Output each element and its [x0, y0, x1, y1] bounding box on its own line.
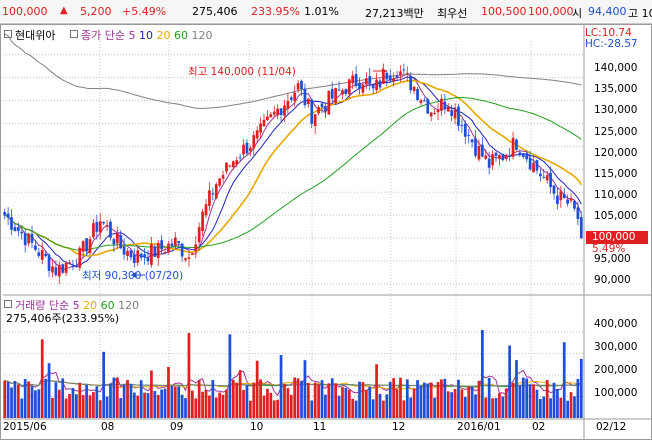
ma20-legend: 20 [156, 29, 171, 42]
trade-amount: 27,213백만 [365, 7, 424, 20]
x-label-02-12: 02/12 [596, 421, 627, 433]
x-label-2015-06: 2015/06 [3, 421, 47, 433]
best-bid-value: 100,000 [528, 5, 574, 18]
price-change-pct: +5.49% [122, 5, 167, 18]
best-ask-label: 최우선 [437, 7, 468, 20]
ma5-legend: 5 [128, 29, 136, 42]
y-tick-125000: 125,000 [594, 126, 638, 138]
stock-name-label[interactable]: 현대위아 [4, 27, 55, 43]
ma120-legend: 120 [191, 29, 213, 42]
y-tick-90000: 90,000 [594, 274, 631, 286]
price-change: 5,200 [80, 5, 112, 18]
y-tick-135000: 135,000 [594, 83, 638, 95]
hc-label: HC:-28.57 [585, 38, 638, 50]
turnover-rate: 1.01% [304, 5, 339, 18]
vol-tick-100000: 100,000 [594, 387, 638, 399]
y-tick-115000: 115,000 [594, 168, 638, 180]
y-tick-110000: 110,000 [594, 189, 638, 201]
volume-value-label: 275,406주(233.95%) [6, 312, 120, 325]
volume-value: 275,406 [192, 5, 238, 18]
y-tick-130000: 130,000 [594, 104, 638, 116]
high-label: 고 10 [628, 7, 652, 20]
x-label-10: 10 [250, 421, 264, 433]
vol-tick-400000: 400,000 [594, 318, 638, 330]
x-label-02: 02 [532, 421, 546, 433]
ma10-legend: 10 [138, 29, 153, 42]
x-label-11: 11 [313, 421, 327, 433]
current-change-box: 5.49% [592, 243, 626, 255]
x-label-12: 12 [392, 421, 406, 433]
y-tick-120000: 120,000 [594, 147, 638, 159]
vol-tick-300000: 300,000 [594, 341, 638, 353]
vol-ma120-legend: 120 [118, 299, 140, 312]
y-tick-105000: 105,000 [594, 210, 638, 222]
vol-tick-200000: 200,000 [594, 364, 638, 376]
chart-frame [0, 24, 652, 440]
volume-ratio: 233.95% [251, 5, 300, 18]
open-label: 시 [572, 7, 583, 20]
up-triangle-icon: ▲ [60, 5, 68, 16]
x-label-2016-01: 2016/01 [457, 421, 501, 433]
quote-bar: 100,000 ▲ 5,200 +5.49% 275,406 233.95% 1… [0, 0, 652, 24]
checkbox-icon [4, 300, 12, 308]
best-ask-value: 100,500 [481, 5, 527, 18]
y-tick-140000: 140,000 [594, 62, 638, 74]
ma60-legend: 60 [173, 29, 188, 42]
price-ma-legend[interactable]: 종가 단순 5 10 20 60 120 [70, 27, 212, 43]
open-value: 94,400 [588, 5, 627, 18]
checkbox-icon [4, 30, 12, 38]
current-price: 100,000 [2, 5, 48, 18]
x-label-09: 09 [170, 421, 184, 433]
x-label-08: 08 [101, 421, 115, 433]
checkbox-icon [70, 30, 78, 38]
